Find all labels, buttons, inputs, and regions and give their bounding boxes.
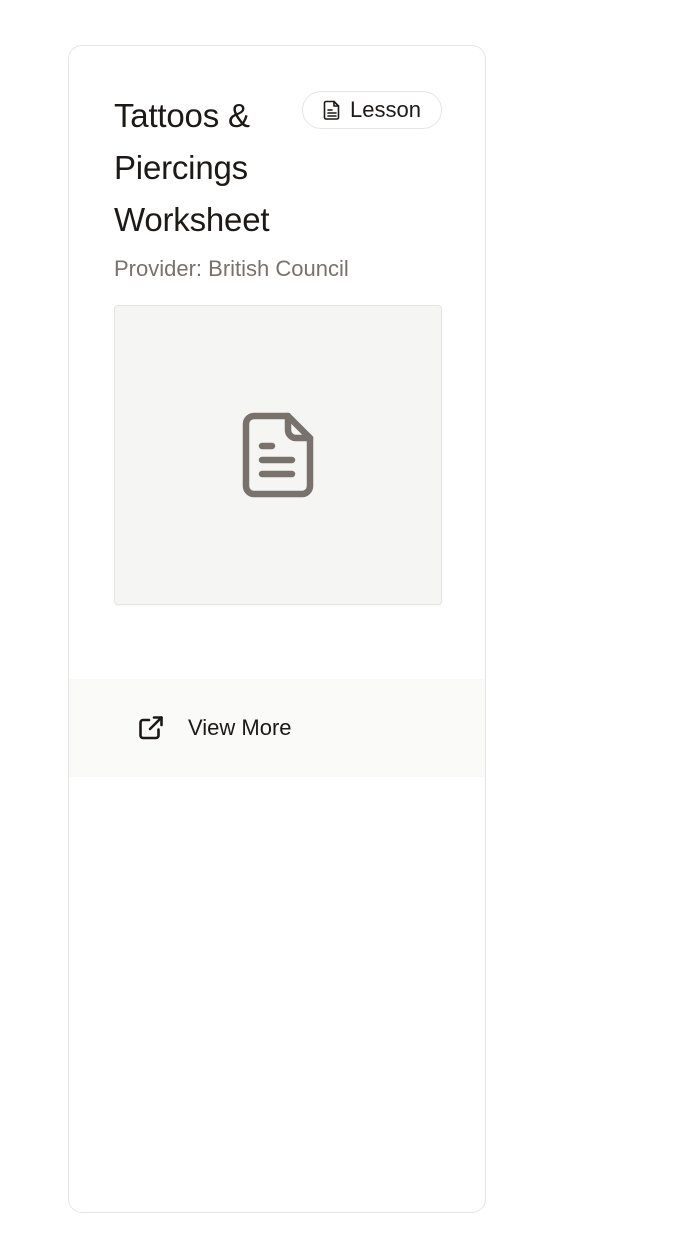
resource-type-badge: Lesson: [302, 91, 442, 129]
resource-card: Tattoos & Piercings Worksheet Lesson Pro…: [68, 45, 486, 1213]
view-more-link[interactable]: View More: [137, 714, 292, 742]
card-footer: View More: [69, 679, 485, 777]
resource-preview: [114, 305, 442, 605]
view-more-label: View More: [188, 715, 292, 740]
badge-label: Lesson: [350, 97, 421, 122]
card-header: Tattoos & Piercings Worksheet Lesson Pro…: [114, 90, 442, 282]
external-link-icon: [139, 716, 163, 740]
document-icon: [323, 100, 340, 120]
provider-text: Provider: British Council: [114, 256, 349, 281]
resource-title: Tattoos & Piercings Worksheet: [114, 97, 270, 238]
document-icon: [242, 412, 314, 498]
